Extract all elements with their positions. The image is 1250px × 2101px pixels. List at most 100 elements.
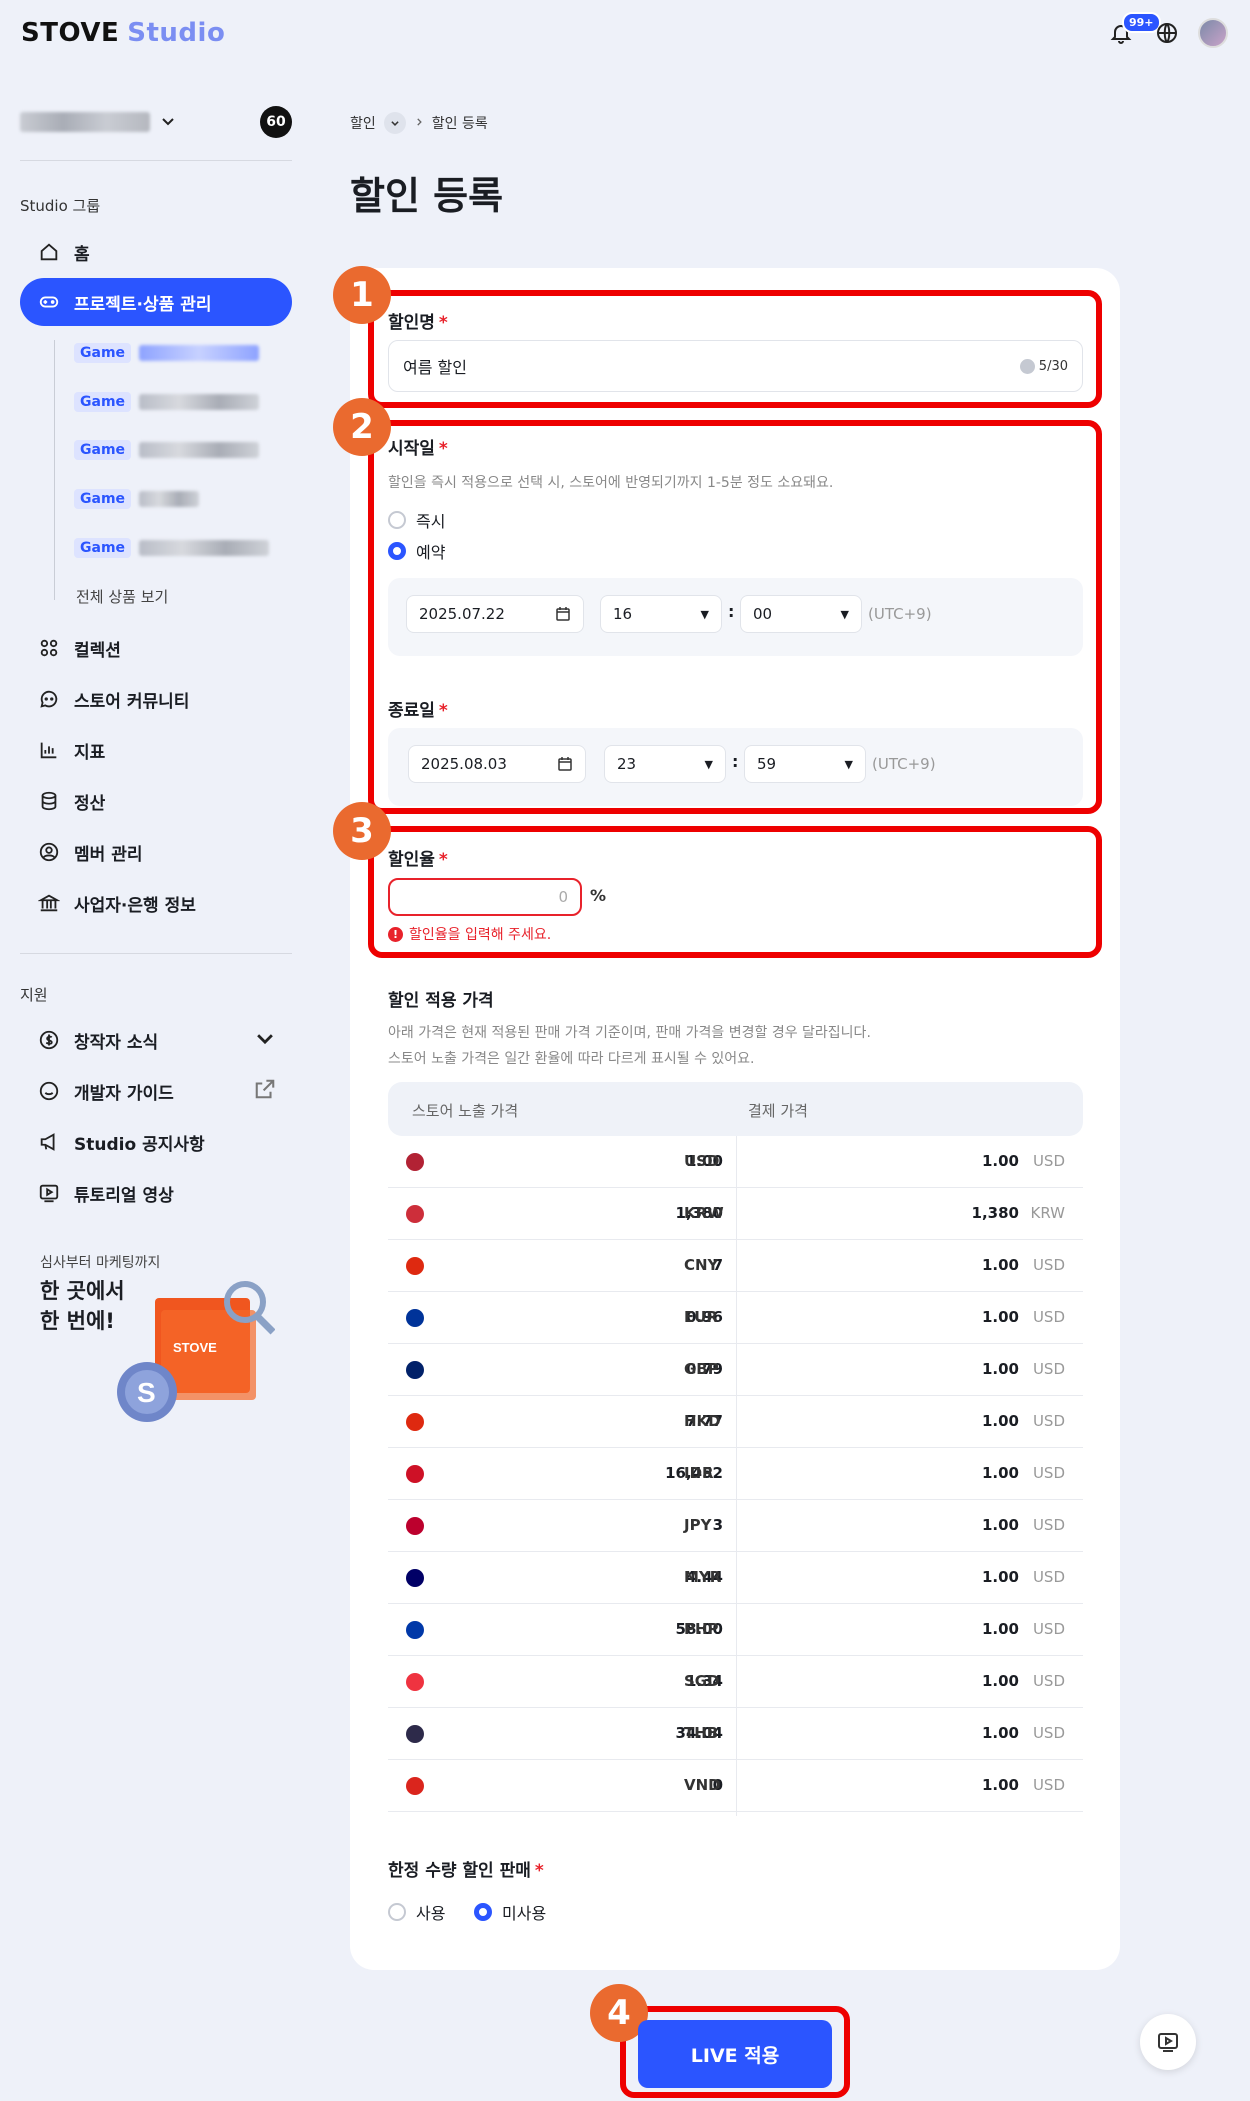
store-price-currency: THB <box>684 1724 719 1742</box>
section-studio: Studio 그룹 <box>20 197 101 215</box>
pay-price-value: 1.00 <box>981 1308 1019 1326</box>
breadcrumb-parent[interactable]: 할인 <box>350 113 376 133</box>
sidebar-sub-game-3[interactable]: Game <box>74 440 260 460</box>
store-price-value: 3 <box>712 1516 723 1534</box>
promo-illustration: STOVE S <box>117 1281 275 1422</box>
table-row: 3 JPY 1.00 USD <box>388 1500 1083 1552</box>
sidebar-item-collection[interactable]: 컬렉션 <box>20 624 292 672</box>
tree-line <box>54 340 55 600</box>
pay-price-currency: USD <box>1032 1516 1065 1534</box>
pay-price-currency: USD <box>1032 1152 1065 1170</box>
marker-3: 3 <box>333 802 391 860</box>
promo-subtitle: 심사부터 마케팅까지 <box>40 1255 161 1271</box>
table-row: 16,452 IDR 1.00 USD <box>388 1448 1083 1500</box>
store-price-currency: GBP <box>684 1360 719 1378</box>
pay-price-value: 1.00 <box>981 1464 1019 1482</box>
pay-price-currency: USD <box>1032 1620 1065 1638</box>
video-icon <box>1158 2033 1178 2052</box>
svg-text:STOVE: STOVE <box>173 1340 217 1355</box>
limited-label: 한정 수량 할인 판매 * <box>388 1861 544 1881</box>
flag-icon <box>406 1517 424 1535</box>
breadcrumb-current: 할인 등록 <box>431 116 488 132</box>
chevron-down-icon[interactable] <box>383 112 406 134</box>
globe-icon[interactable] <box>1152 18 1182 48</box>
sidebar-item-metrics[interactable]: 지표 <box>20 726 292 774</box>
store-price-currency: EUR <box>684 1308 718 1326</box>
store-price-currency: USD <box>684 1152 720 1170</box>
pay-price-currency: USD <box>1032 1724 1065 1742</box>
store-price-currency: JPY <box>684 1516 712 1534</box>
logo[interactable]: STOVE Studio <box>21 18 225 48</box>
store-price-currency: HKD <box>684 1412 721 1430</box>
store-price-currency: VND <box>684 1776 721 1794</box>
highlight-box-1 <box>368 290 1102 408</box>
pay-price-value: 1.00 <box>981 1256 1019 1274</box>
store-price-currency: MYR <box>684 1568 722 1586</box>
pay-price-value: 1.00 <box>981 1516 1019 1534</box>
price-hint-2: 스토어 노출 가격은 일간 환율에 따라 다르게 표시될 수 있어요. <box>388 1051 755 1067</box>
price-hint-1: 아래 가격은 현재 적용된 판매 가격 기준이며, 판매 가격을 변경할 경우 … <box>388 1025 871 1041</box>
pay-price-value: 1.00 <box>981 1152 1019 1170</box>
sidebar-item-creator-news[interactable]: 창작자 소식 <box>20 1016 292 1064</box>
pay-price-currency: USD <box>1032 1568 1065 1586</box>
sidebar-item-projects[interactable]: 프로젝트·상품 관리 <box>20 278 292 326</box>
flag-icon <box>406 1205 424 1223</box>
pay-price-currency: USD <box>1032 1672 1065 1690</box>
project-selector[interactable]: 60 <box>20 106 292 138</box>
project-count-badge: 60 <box>260 106 292 138</box>
smile-icon <box>39 1081 59 1101</box>
table-row: 34.04 THB 1.00 USD <box>388 1708 1083 1760</box>
avatar[interactable] <box>1198 18 1228 48</box>
sidebar-sub-game-4[interactable]: Game <box>74 489 200 509</box>
dollar-circle-icon <box>39 1030 59 1050</box>
tutorial-float-button[interactable] <box>1140 2014 1196 2070</box>
video-icon <box>39 1184 59 1203</box>
sidebar-item-business[interactable]: 사업자·은행 정보 <box>20 879 292 927</box>
sidebar-item-settlement[interactable]: 정산 <box>20 777 292 825</box>
pay-price-value: 1.00 <box>981 1724 1019 1742</box>
price-label: 할인 적용 가격 <box>388 991 494 1011</box>
megaphone-icon <box>40 1133 55 1151</box>
pay-price-currency: USD <box>1032 1776 1065 1794</box>
bell-icon[interactable]: 99+ <box>1106 12 1161 48</box>
pay-price-currency: USD <box>1032 1308 1065 1326</box>
home-icon <box>40 243 58 261</box>
store-price-currency: KRW <box>684 1204 724 1222</box>
pay-price-currency: USD <box>1032 1360 1065 1378</box>
pay-price-value: 1.00 <box>981 1568 1019 1586</box>
promo-title[interactable]: 한 곳에서 한 번에! <box>40 1276 125 1336</box>
sidebar-sub-game-5[interactable]: Game <box>74 538 270 558</box>
live-apply-button[interactable]: LIVE 적용 <box>638 2020 832 2088</box>
flag-icon <box>406 1673 424 1691</box>
project-name-blurred <box>20 112 150 132</box>
sidebar-item-home[interactable]: 홈 <box>20 228 292 276</box>
marker-1: 1 <box>333 266 391 324</box>
col-store-price: 스토어 노출 가격 <box>412 1102 519 1120</box>
chevron-down-icon[interactable] <box>160 113 176 133</box>
store-price-currency: IDR <box>684 1464 714 1482</box>
section-support: 지원 <box>20 986 48 1004</box>
col-pay-price: 결제 가격 <box>748 1102 808 1120</box>
flag-icon <box>406 1257 424 1275</box>
sidebar-item-dev-guide[interactable]: 개발자 가이드 <box>20 1067 292 1115</box>
radio-limited-use[interactable]: 사용 <box>388 1900 445 1924</box>
pay-price-value: 1.00 <box>981 1360 1019 1378</box>
sidebar-item-tutorial[interactable]: 튜토리얼 영상 <box>20 1169 292 1217</box>
flag-icon <box>406 1569 424 1587</box>
price-table-header: 스토어 노출 가격 결제 가격 <box>388 1082 1083 1136</box>
sidebar-item-members[interactable]: 멤버 관리 <box>20 828 292 876</box>
marker-2: 2 <box>333 398 391 456</box>
all-products-link[interactable]: 전체 상품 보기 <box>76 586 168 607</box>
sidebar-item-notices[interactable]: Studio 공지사항 <box>20 1118 292 1166</box>
pay-price-value: 1.00 <box>981 1620 1019 1638</box>
sidebar-sub-game-1[interactable]: Game <box>74 343 260 363</box>
flag-icon <box>406 1725 424 1743</box>
table-row: 1,380 KRW 1,380 KRW <box>388 1188 1083 1240</box>
gamepad-icon <box>39 296 59 308</box>
sidebar-item-community[interactable]: 스토어 커뮤니티 <box>20 675 292 723</box>
sidebar-sub-game-2[interactable]: Game <box>74 392 260 412</box>
store-price-currency: SGD <box>684 1672 720 1690</box>
radio-limited-nouse[interactable]: 미사용 <box>474 1900 546 1924</box>
user-icon <box>39 842 59 862</box>
chevron-down-icon[interactable] <box>254 1027 276 1053</box>
